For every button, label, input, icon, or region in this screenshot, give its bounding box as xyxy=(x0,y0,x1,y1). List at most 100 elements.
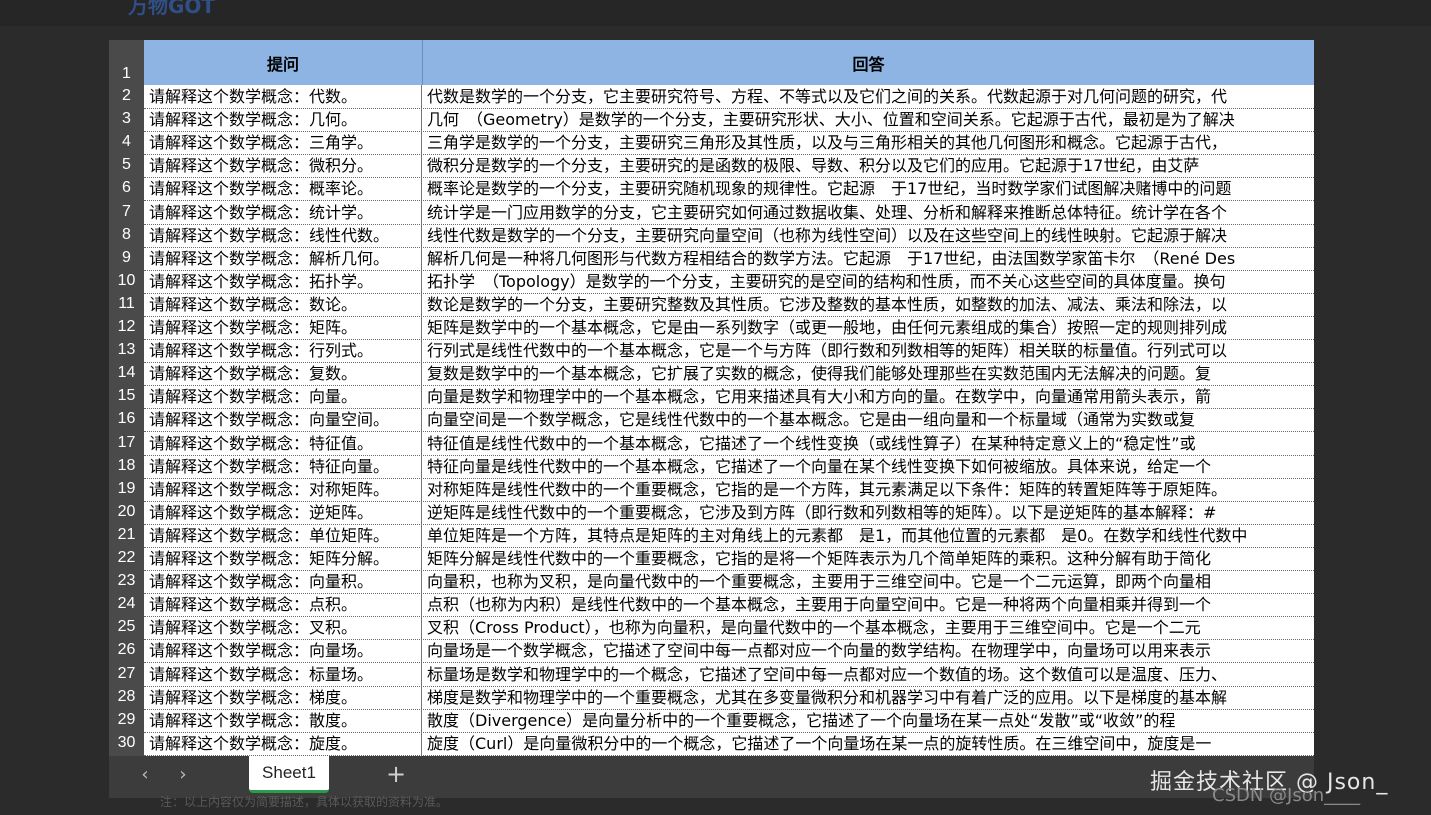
next-sheet-button[interactable]: › xyxy=(172,764,194,786)
question-cell[interactable]: 请解释这个数学概念：行列式。 xyxy=(144,339,422,362)
row-header[interactable]: 28 xyxy=(109,686,144,708)
question-cell[interactable]: 请解释这个数学概念：旋度。 xyxy=(144,732,422,755)
answer-cell[interactable]: 向量空间是一个数学概念，它是线性代数中的一个基本概念。它是由一组向量和一个标量域… xyxy=(422,408,1314,431)
row-header[interactable]: 7 xyxy=(109,201,144,223)
previous-sheet-button[interactable]: ‹ xyxy=(134,764,156,786)
question-cell[interactable]: 请解释这个数学概念：特征向量。 xyxy=(144,455,422,478)
row-header[interactable]: 29 xyxy=(109,709,144,731)
column-header-answer[interactable]: 回答 xyxy=(423,40,1314,85)
row-header[interactable]: 23 xyxy=(109,570,144,592)
question-cell[interactable]: 请解释这个数学概念：解析几何。 xyxy=(144,247,422,270)
question-cell[interactable]: 请解释这个数学概念：概率论。 xyxy=(144,177,422,200)
question-cell[interactable]: 请解释这个数学概念：统计学。 xyxy=(144,201,422,224)
answer-cell[interactable]: 线性代数是数学的一个分支，主要研究向量空间（也称为线性空间）以及在这些空间上的线… xyxy=(422,224,1314,247)
question-cell[interactable]: 请解释这个数学概念：向量积。 xyxy=(144,570,422,593)
row-header[interactable]: 15 xyxy=(109,385,144,407)
question-cell[interactable]: 请解释这个数学概念：向量场。 xyxy=(144,639,422,662)
answer-cell[interactable]: 几何 （Geometry）是数学的一个分支，主要研究形状、大小、位置和空间关系。… xyxy=(422,108,1314,131)
answer-cell[interactable]: 单位矩阵是一个方阵，其特点是矩阵的主对角线上的元素都 是1，而其他位置的元素都 … xyxy=(422,524,1314,547)
question-cell[interactable]: 请解释这个数学概念：几何。 xyxy=(144,108,422,131)
row-header[interactable]: 25 xyxy=(109,616,144,638)
answer-cell[interactable]: 对称矩阵是线性代数中的一个重要概念，它指的是一个方阵，其元素满足以下条件：矩阵的… xyxy=(422,478,1314,501)
table-row: 请解释这个数学概念：点积。 点积（也称为内积）是线性代数中的一个基本概念，主要用于… xyxy=(144,593,1314,617)
question-cell[interactable]: 请解释这个数学概念：单位矩阵。 xyxy=(144,524,422,547)
answer-cell[interactable]: 解析几何是一种将几何图形与代数方程相结合的数学方法。它起源 于17世纪，由法国数… xyxy=(422,247,1314,270)
answer-cell[interactable]: 统计学是一门应用数学的分支，它主要研究如何通过数据收集、处理、分析和解释来推断总… xyxy=(422,201,1314,224)
question-cell[interactable]: 请解释这个数学概念：对称矩阵。 xyxy=(144,478,422,501)
column-header-question[interactable]: 提问 xyxy=(144,40,422,85)
answer-cell[interactable]: 行列式是线性代数中的一个基本概念，它是一个与方阵（即行数和列数相等的矩阵）相关联… xyxy=(422,339,1314,362)
row-header[interactable]: 18 xyxy=(109,455,144,477)
row-header[interactable]: 19 xyxy=(109,478,144,500)
row-header[interactable]: 26 xyxy=(109,639,144,661)
answer-cell[interactable]: 三角学是数学的一个分支，主要研究三角形及其性质，以及与三角形相关的其他几何图形和… xyxy=(422,131,1314,154)
answer-cell[interactable]: 旋度（Curl）是向量微积分中的一个概念，它描述了一个向量场在某一点的旋转性质。… xyxy=(422,732,1314,755)
question-cell[interactable]: 请解释这个数学概念：矩阵。 xyxy=(144,316,422,339)
answer-cell[interactable]: 概率论是数学的一个分支，主要研究随机现象的规律性。它起源 于17世纪，当时数学家… xyxy=(422,177,1314,200)
answer-cell[interactable]: 特征向量是线性代数中的一个基本概念，它描述了一个向量在某个线性变换下如何被缩放。… xyxy=(422,455,1314,478)
table-row: 请解释这个数学概念：向量。 向量是数学和物理学中的一个基本概念，它用来描述具有大小… xyxy=(144,385,1314,409)
question-cell[interactable]: 请解释这个数学概念：散度。 xyxy=(144,709,422,732)
answer-cell[interactable]: 向量积，也称为叉积，是向量代数中的一个重要概念，主要用于三维空间中。它是一个二元… xyxy=(422,570,1314,593)
row-header[interactable]: 5 xyxy=(109,154,144,176)
question-cell[interactable]: 请解释这个数学概念：逆矩阵。 xyxy=(144,501,422,524)
answer-cell[interactable]: 特征值是线性代数中的一个基本概念，它描述了一个线性变换（或线性算子）在某种特定意… xyxy=(422,432,1314,455)
answer-cell[interactable]: 数论是数学的一个分支，主要研究整数及其性质。它涉及整数的基本性质，如整数的加法、… xyxy=(422,293,1314,316)
question-cell[interactable]: 请解释这个数学概念：复数。 xyxy=(144,362,422,385)
answer-cell[interactable]: 逆矩阵是线性代数中的一个重要概念，它涉及到方阵（即行数和列数相等的矩阵）。以下是… xyxy=(422,501,1314,524)
question-cell[interactable]: 请解释这个数学概念：叉积。 xyxy=(144,616,422,639)
row-header[interactable]: 14 xyxy=(109,362,144,384)
answer-cell[interactable]: 代数是数学的一个分支，它主要研究符号、方程、不等式以及它们之间的关系。代数起源于… xyxy=(422,85,1314,108)
question-cell[interactable]: 请解释这个数学概念：线性代数。 xyxy=(144,224,422,247)
row-header[interactable]: 17 xyxy=(109,432,144,454)
answer-cell[interactable]: 拓扑学 （Topology）是数学的一个分支，主要研究的是空间的结构和性质，而不… xyxy=(422,270,1314,293)
row-header[interactable]: 9 xyxy=(109,247,144,269)
table-row: 请解释这个数学概念：梯度。 梯度是数学和物理学中的一个重要概念，尤其在多变量微积分… xyxy=(144,686,1314,710)
answer-cell[interactable]: 复数是数学中的一个基本概念，它扩展了实数的概念，使得我们能够处理那些在实数范围内… xyxy=(422,362,1314,385)
question-cell[interactable]: 请解释这个数学概念：向量空间。 xyxy=(144,408,422,431)
answer-cell[interactable]: 矩阵分解是线性代数中的一个重要概念，它指的是将一个矩阵表示为几个简单矩阵的乘积。… xyxy=(422,547,1314,570)
answer-cell[interactable]: 标量场是数学和物理学中的一个概念，它描述了空间中每一点都对应一个数值的场。这个数… xyxy=(422,663,1314,686)
question-cell[interactable]: 请解释这个数学概念：矩阵分解。 xyxy=(144,547,422,570)
answer-cell[interactable]: 梯度是数学和物理学中的一个重要概念，尤其在多变量微积分和机器学习中有着广泛的应用… xyxy=(422,686,1314,709)
question-cell[interactable]: 请解释这个数学概念：点积。 xyxy=(144,593,422,616)
row-header[interactable]: 22 xyxy=(109,547,144,569)
question-cell[interactable]: 请解释这个数学概念：拓扑学。 xyxy=(144,270,422,293)
row-header[interactable]: 3 xyxy=(109,108,144,130)
answer-cell[interactable]: 矩阵是数学中的一个基本概念，它是由一系列数字（或更一般地，由任何元素组成的集合）… xyxy=(422,316,1314,339)
question-cell[interactable]: 请解释这个数学概念：向量。 xyxy=(144,385,422,408)
answer-cell[interactable]: 散度（Divergence）是向量分析中的一个重要概念，它描述了一个向量场在某一… xyxy=(422,709,1314,732)
row-header[interactable]: 11 xyxy=(109,293,144,315)
row-header-1[interactable]: 1 xyxy=(109,40,144,85)
row-header[interactable]: 8 xyxy=(109,224,144,246)
row-header[interactable]: 30 xyxy=(109,732,144,754)
row-header[interactable]: 21 xyxy=(109,524,144,546)
tab-sheet1[interactable]: Sheet1 xyxy=(249,756,329,793)
row-header[interactable]: 6 xyxy=(109,177,144,199)
answer-cell[interactable]: 向量是数学和物理学中的一个基本概念，它用来描述具有大小和方向的量。在数学中，向量… xyxy=(422,385,1314,408)
answer-cell[interactable]: 向量场是一个数学概念，它描述了空间中每一点都对应一个向量的数学结构。在物理学中，… xyxy=(422,639,1314,662)
question-cell[interactable]: 请解释这个数学概念：特征值。 xyxy=(144,432,422,455)
table-row: 请解释这个数学概念：几何。 几何 （Geometry）是数学的一个分支，主要研究形… xyxy=(144,108,1314,132)
row-header[interactable]: 24 xyxy=(109,593,144,615)
question-cell[interactable]: 请解释这个数学概念：三角学。 xyxy=(144,131,422,154)
row-header[interactable]: 10 xyxy=(109,270,144,292)
row-header[interactable]: 2 xyxy=(109,85,144,107)
row-header[interactable]: 4 xyxy=(109,131,144,153)
answer-cell[interactable]: 点积（也称为内积）是线性代数中的一个基本概念，主要用于向量空间中。它是一种将两个… xyxy=(422,593,1314,616)
answer-cell[interactable]: 微积分是数学的一个分支，主要研究的是函数的极限、导数、积分以及它们的应用。它起源… xyxy=(422,154,1314,177)
table-row: 请解释这个数学概念：特征向量。 特征向量是线性代数中的一个基本概念，它描述了一个向… xyxy=(144,455,1314,479)
row-header[interactable]: 20 xyxy=(109,501,144,523)
row-header[interactable]: 13 xyxy=(109,339,144,361)
question-cell[interactable]: 请解释这个数学概念：代数。 xyxy=(144,85,422,108)
row-header[interactable]: 27 xyxy=(109,663,144,685)
question-cell[interactable]: 请解释这个数学概念：数论。 xyxy=(144,293,422,316)
question-cell[interactable]: 请解释这个数学概念：梯度。 xyxy=(144,686,422,709)
question-cell[interactable]: 请解释这个数学概念：标量场。 xyxy=(144,663,422,686)
add-sheet-button[interactable]: + xyxy=(384,760,408,788)
spreadsheet-grid[interactable]: 1 提问 回答 2 请解释这个数学概念：代数。 代数是数学的一个分支，它主要研究符号… xyxy=(109,40,1314,756)
answer-cell[interactable]: 叉积（Cross Product），也称为向量积，是向量代数中的一个基本概念，主… xyxy=(422,616,1314,639)
row-header[interactable]: 16 xyxy=(109,408,144,430)
row-header[interactable]: 12 xyxy=(109,316,144,338)
question-cell[interactable]: 请解释这个数学概念：微积分。 xyxy=(144,154,422,177)
